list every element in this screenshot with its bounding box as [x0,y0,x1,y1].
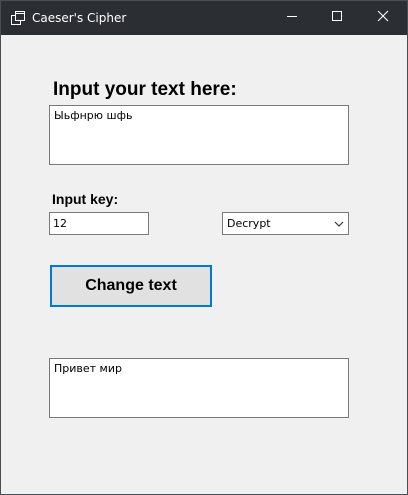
output-text-box[interactable]: Привет мир [49,358,349,418]
close-icon [377,9,389,27]
app-window-icon [10,10,26,26]
maximize-button[interactable] [314,1,360,35]
key-input[interactable]: 12 [49,212,149,235]
mode-dropdown[interactable]: Decrypt [222,212,349,235]
app-window: Caeser's Cipher Input your text here: Ыь… [0,0,408,495]
input-heading: Input your text here: [53,79,237,100]
mode-selected-value: Decrypt [227,217,271,230]
minimize-button[interactable] [269,1,315,35]
maximize-icon [331,9,343,27]
close-button[interactable] [360,1,406,35]
change-text-button[interactable]: Change text [50,265,212,307]
key-label: Input key: [52,191,119,207]
input-text-box[interactable]: Ыьфнрю шфь [49,105,349,165]
minimize-icon [286,9,298,27]
window-title: Caeser's Cipher [32,11,127,25]
title-bar[interactable]: Caeser's Cipher [1,1,407,35]
chevron-down-icon [334,219,344,229]
